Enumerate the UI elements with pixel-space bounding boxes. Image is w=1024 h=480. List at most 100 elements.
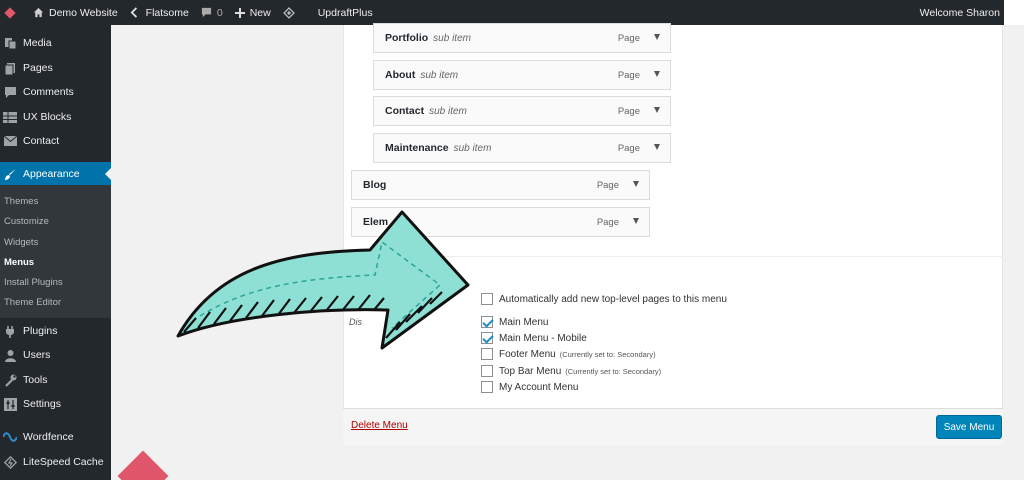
location-label: Main Menu xyxy=(499,316,549,328)
sidebar-item-pages[interactable]: Pages xyxy=(0,56,111,80)
sidebar-label: Comments xyxy=(23,86,74,98)
welcome-text: Welcome Sharon xyxy=(919,6,1000,19)
menu-item-subtitle: sub item xyxy=(429,105,467,117)
expand-arrow-icon[interactable] xyxy=(654,144,660,150)
location-checkbox[interactable] xyxy=(481,348,493,360)
menu-item-type: Page xyxy=(596,179,619,191)
delete-menu-link[interactable]: Delete Menu xyxy=(351,420,408,431)
menu-item-title: Blog xyxy=(363,179,387,191)
menu-item-title: Portfolio xyxy=(385,32,429,44)
menu-item-portfolio[interactable]: Portfolio sub item Page xyxy=(373,23,671,53)
expand-arrow-icon[interactable] xyxy=(654,34,660,40)
location-note: (Currently set to: Secondary) xyxy=(559,349,656,359)
comment-bubble-icon xyxy=(201,7,211,18)
location-main-menu-mobile[interactable]: Main Menu - Mobile xyxy=(481,331,587,345)
sidebar-label: Contact xyxy=(23,135,60,147)
wp-logo-item[interactable] xyxy=(0,0,27,25)
sidebar-item-users[interactable]: Users xyxy=(0,343,111,367)
menu-item-title: About xyxy=(385,69,416,81)
sidebar-item-tools[interactable]: Tools xyxy=(0,368,111,392)
updraftplus-label: UpdraftPlus xyxy=(317,6,373,19)
expand-arrow-icon[interactable] xyxy=(633,218,639,224)
sidebar-label: Pages xyxy=(23,62,53,74)
settings-icon xyxy=(3,397,17,411)
sidebar-item-appearance[interactable]: Appearance xyxy=(0,162,111,186)
sidebar-label: Settings xyxy=(23,398,61,410)
sidebar-label: Wordfence xyxy=(23,431,74,443)
menu-item-about[interactable]: About sub item Page xyxy=(373,60,671,90)
updraft-icon-item[interactable] xyxy=(277,0,306,25)
location-top-bar-menu[interactable]: Top Bar Menu (Currently set to: Secondar… xyxy=(481,364,661,378)
submenu-item-theme-editor[interactable]: Theme Editor xyxy=(4,297,61,308)
media-icon xyxy=(3,36,17,50)
location-label: Main Menu - Mobile xyxy=(499,332,587,344)
location-note: (Currently set to: Secondary) xyxy=(565,366,662,376)
menu-item-type: Page xyxy=(617,32,640,44)
home-icon xyxy=(33,7,44,18)
location-checkbox[interactable] xyxy=(481,316,493,328)
site-logo-icon xyxy=(4,6,16,19)
menu-item-type: Page xyxy=(617,105,640,117)
menu-item-type: Page xyxy=(617,142,640,154)
new-label: New xyxy=(249,6,271,19)
sidebar-item-wordfence[interactable]: Wordfence xyxy=(0,425,111,449)
updraftplus-item[interactable]: UpdraftPlus xyxy=(306,0,379,25)
menu-item-maintenance[interactable]: Maintenance sub item Page xyxy=(373,133,671,163)
sidebar-item-ux-blocks[interactable]: UX Blocks xyxy=(0,105,111,129)
expand-arrow-icon[interactable] xyxy=(633,181,639,187)
theme-name: Flatsome xyxy=(145,6,189,19)
menu-item-blog[interactable]: Blog Page xyxy=(351,170,650,200)
sidebar-item-plugins[interactable]: Plugins xyxy=(0,319,111,343)
site-name-item[interactable]: Demo Website xyxy=(27,0,124,25)
admin-bar: Demo Website Flatsome 0 New UpdraftPlus … xyxy=(0,0,1024,25)
sidebar-label: Appearance xyxy=(23,168,80,180)
flatsome-icon xyxy=(130,7,137,18)
submenu-item-install-plugins[interactable]: Install Plugins xyxy=(4,277,63,288)
avatar[interactable] xyxy=(1004,0,1024,25)
sidebar-item-comments[interactable]: Comments xyxy=(0,80,111,104)
location-label: Footer Menu xyxy=(499,348,556,360)
litespeed-icon xyxy=(3,455,17,469)
submenu-item-customize[interactable]: Customize xyxy=(4,216,49,227)
sidebar-item-settings[interactable]: Settings xyxy=(0,392,111,416)
pages-icon xyxy=(3,61,17,75)
comments-icon xyxy=(3,85,17,99)
sidebar-label: Plugins xyxy=(23,325,58,337)
sidebar-item-litespeed-cache[interactable]: LiteSpeed Cache xyxy=(0,450,111,474)
wordfence-icon xyxy=(3,430,17,444)
auto-add-checkbox[interactable] xyxy=(481,293,493,305)
updraft-icon xyxy=(282,6,295,19)
wrench-icon xyxy=(3,373,17,387)
menu-item-contact[interactable]: Contact sub item Page xyxy=(373,96,671,126)
location-main-menu[interactable]: Main Menu xyxy=(481,315,548,329)
save-menu-button[interactable]: Save Menu xyxy=(936,415,1002,439)
submenu-item-widgets[interactable]: Widgets xyxy=(4,237,38,248)
ux-blocks-icon xyxy=(3,110,17,124)
users-icon xyxy=(3,348,17,362)
menu-footer-bar xyxy=(343,408,1003,445)
welcome-user[interactable]: Welcome Sharon xyxy=(920,0,1000,25)
submenu-item-themes[interactable]: Themes xyxy=(4,196,38,207)
location-footer-menu[interactable]: Footer Menu (Currently set to: Secondary… xyxy=(481,347,656,361)
sidebar-item-media[interactable]: Media xyxy=(0,31,111,55)
mail-icon xyxy=(3,134,17,148)
menu-item-title: Maintenance xyxy=(385,142,449,154)
auto-add-pages-option[interactable]: Automatically add new top-level pages to… xyxy=(481,292,727,306)
sidebar-item-contact[interactable]: Contact xyxy=(0,129,111,153)
location-checkbox[interactable] xyxy=(481,332,493,344)
comments-item[interactable]: 0 xyxy=(195,0,229,25)
theme-item[interactable]: Flatsome xyxy=(124,0,195,25)
location-checkbox[interactable] xyxy=(481,365,493,377)
expand-arrow-icon[interactable] xyxy=(654,107,660,113)
location-my-account-menu[interactable]: My Account Menu xyxy=(481,380,578,394)
expand-arrow-icon[interactable] xyxy=(654,71,660,77)
plus-icon xyxy=(234,7,245,18)
brush-icon xyxy=(3,167,17,181)
location-checkbox[interactable] xyxy=(481,381,493,393)
new-item[interactable]: New xyxy=(229,0,277,25)
submenu-item-menus[interactable]: Menus xyxy=(4,257,34,268)
auto-add-label: Automatically add new top-level pages to… xyxy=(499,293,727,305)
menu-item-subtitle: sub item xyxy=(453,142,492,154)
location-label: Top Bar Menu xyxy=(499,365,562,377)
menu-item-subtitle: sub item xyxy=(420,69,459,81)
